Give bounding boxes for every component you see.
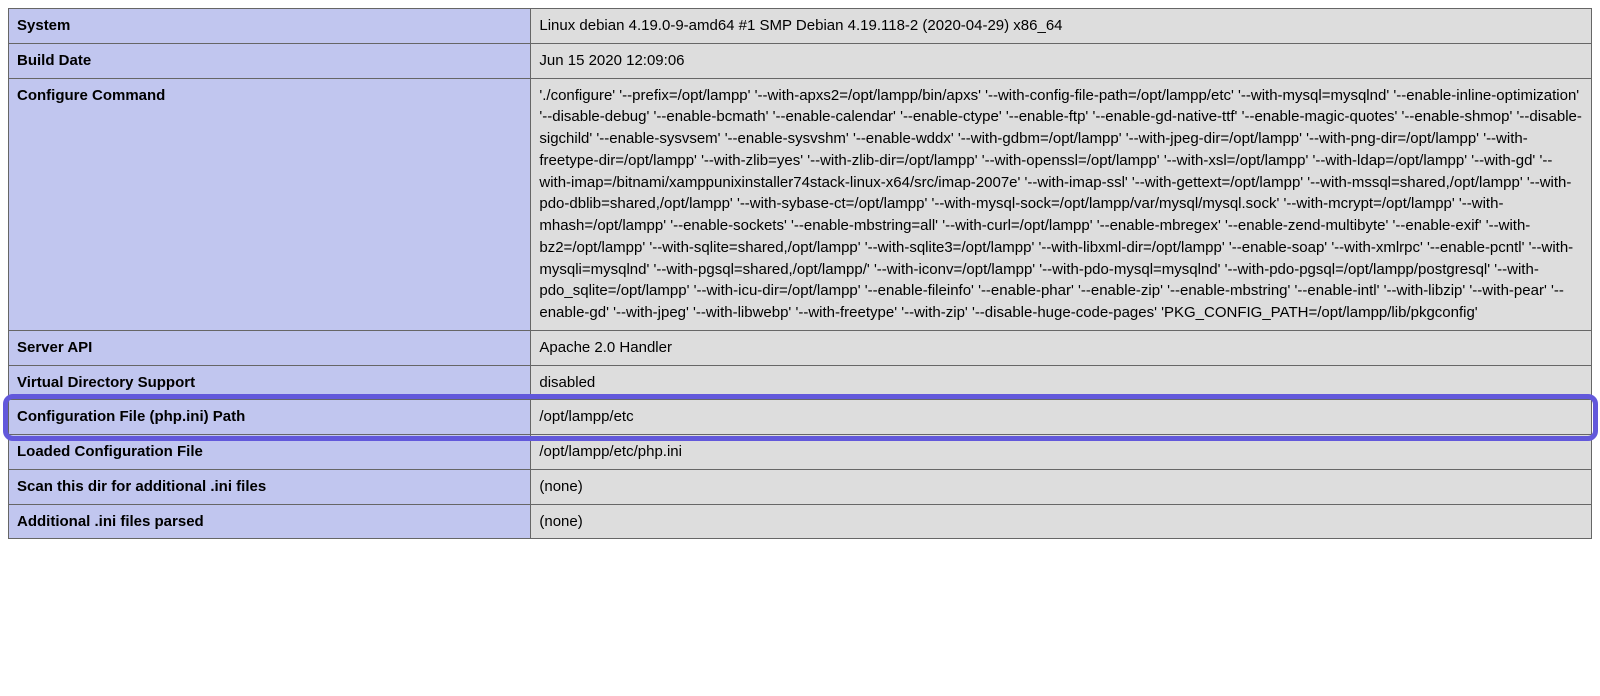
- row-label-build-date: Build Date: [9, 43, 531, 78]
- table-row: Server API Apache 2.0 Handler: [9, 330, 1592, 365]
- table-row-highlighted: Configuration File (php.ini) Path /opt/l…: [9, 400, 1592, 435]
- row-label-server-api: Server API: [9, 330, 531, 365]
- table-row: Virtual Directory Support disabled: [9, 365, 1592, 400]
- row-value-server-api: Apache 2.0 Handler: [531, 330, 1592, 365]
- row-value-build-date: Jun 15 2020 12:09:06: [531, 43, 1592, 78]
- row-value-additional-ini: (none): [531, 504, 1592, 539]
- row-value-loaded-config: /opt/lampp/etc/php.ini: [531, 435, 1592, 470]
- table-row: Build Date Jun 15 2020 12:09:06: [9, 43, 1592, 78]
- row-value-virtual-directory: disabled: [531, 365, 1592, 400]
- row-label-scan-dir: Scan this dir for additional .ini files: [9, 469, 531, 504]
- row-value-scan-dir: (none): [531, 469, 1592, 504]
- row-label-virtual-directory: Virtual Directory Support: [9, 365, 531, 400]
- row-value-system: Linux debian 4.19.0-9-amd64 #1 SMP Debia…: [531, 9, 1592, 44]
- row-label-system: System: [9, 9, 531, 44]
- row-label-loaded-config: Loaded Configuration File: [9, 435, 531, 470]
- phpinfo-table-wrapper: System Linux debian 4.19.0-9-amd64 #1 SM…: [8, 8, 1592, 539]
- row-value-config-file-path: /opt/lampp/etc: [531, 400, 1592, 435]
- row-value-configure-command: './configure' '--prefix=/opt/lampp' '--w…: [531, 78, 1592, 330]
- row-label-configure-command: Configure Command: [9, 78, 531, 330]
- row-label-additional-ini: Additional .ini files parsed: [9, 504, 531, 539]
- table-row: Configure Command './configure' '--prefi…: [9, 78, 1592, 330]
- table-row: Loaded Configuration File /opt/lampp/etc…: [9, 435, 1592, 470]
- table-row: System Linux debian 4.19.0-9-amd64 #1 SM…: [9, 9, 1592, 44]
- table-row: Additional .ini files parsed (none): [9, 504, 1592, 539]
- row-label-config-file-path: Configuration File (php.ini) Path: [9, 400, 531, 435]
- phpinfo-tbody: System Linux debian 4.19.0-9-amd64 #1 SM…: [9, 9, 1592, 539]
- phpinfo-table: System Linux debian 4.19.0-9-amd64 #1 SM…: [8, 8, 1592, 539]
- table-row: Scan this dir for additional .ini files …: [9, 469, 1592, 504]
